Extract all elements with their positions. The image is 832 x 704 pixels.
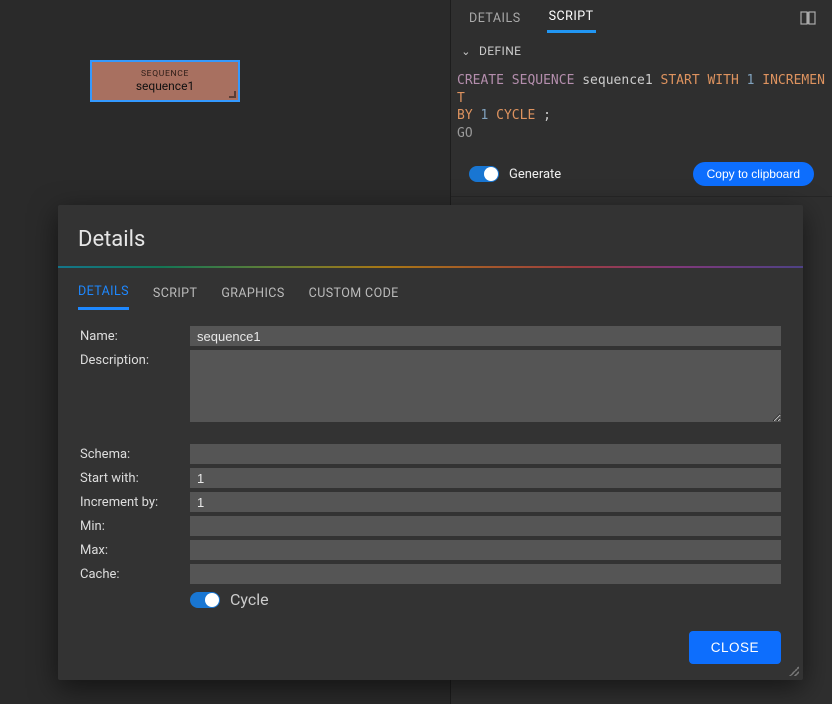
modal-title: Details: [58, 205, 803, 266]
sequence-node-type: SEQUENCE: [141, 69, 189, 79]
modal-tab-custom-code[interactable]: CUSTOM CODE: [309, 280, 399, 309]
generate-toggle[interactable]: [469, 166, 499, 182]
min-field[interactable]: [190, 516, 781, 536]
cycle-toggle[interactable]: [190, 592, 220, 608]
details-modal: Details DETAILS SCRIPT GRAPHICS CUSTOM C…: [58, 205, 803, 680]
increment-by-label: Increment by:: [80, 492, 190, 510]
chevron-down-icon: ⌄: [461, 45, 471, 58]
modal-tab-details[interactable]: DETAILS: [78, 278, 129, 310]
max-label: Max:: [80, 540, 190, 558]
modal-resize-handle-icon[interactable]: [789, 666, 799, 676]
reference-icon[interactable]: [800, 10, 816, 26]
close-button[interactable]: CLOSE: [689, 631, 781, 664]
min-label: Min:: [80, 516, 190, 534]
cycle-label: Cycle: [230, 590, 269, 609]
resize-handle-icon[interactable]: [229, 91, 236, 98]
cache-field[interactable]: [190, 564, 781, 584]
start-with-label: Start with:: [80, 468, 190, 486]
schema-field[interactable]: [190, 444, 781, 464]
copy-to-clipboard-button[interactable]: Copy to clipboard: [693, 162, 814, 186]
tab-details[interactable]: DETAILS: [467, 5, 523, 32]
max-field[interactable]: [190, 540, 781, 560]
schema-label: Schema:: [80, 444, 190, 462]
generate-label: Generate: [509, 167, 561, 182]
modal-tab-script[interactable]: SCRIPT: [153, 280, 197, 309]
start-with-field[interactable]: [190, 468, 781, 488]
modal-tab-graphics[interactable]: GRAPHICS: [221, 280, 284, 309]
description-label: Description:: [80, 350, 190, 368]
description-field[interactable]: [190, 350, 781, 422]
tab-script[interactable]: SCRIPT: [547, 3, 596, 33]
name-field[interactable]: [190, 326, 781, 346]
section-define[interactable]: ⌄ DEFINE: [451, 36, 832, 66]
modal-tabs: DETAILS SCRIPT GRAPHICS CUSTOM CODE: [58, 268, 803, 310]
sql-script: CREATE SEQUENCE sequence1 START WITH 1 I…: [451, 66, 832, 148]
increment-by-field[interactable]: [190, 492, 781, 512]
section-define-label: DEFINE: [479, 44, 521, 58]
modal-divider: [58, 266, 803, 268]
name-label: Name:: [80, 326, 190, 344]
sequence-node-name: sequence1: [136, 79, 194, 93]
cache-label: Cache:: [80, 564, 190, 582]
sequence-node[interactable]: SEQUENCE sequence1: [90, 60, 240, 102]
